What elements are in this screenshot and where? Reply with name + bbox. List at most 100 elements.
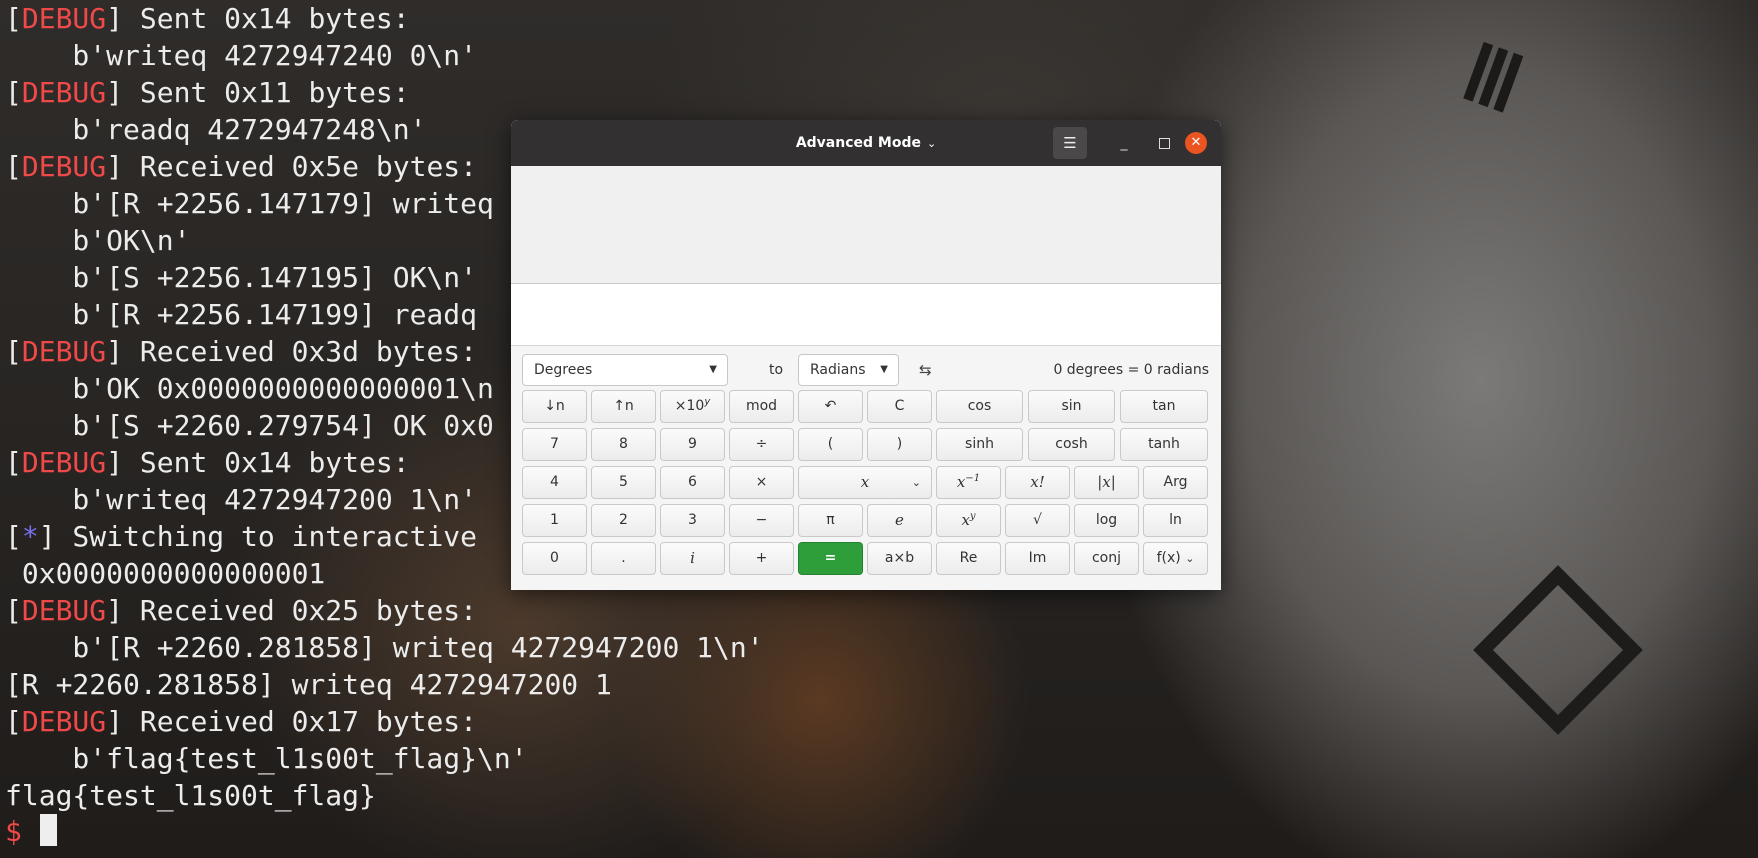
digit-1-key[interactable]: 1 bbox=[522, 504, 587, 537]
terminal-cursor bbox=[40, 814, 57, 846]
imag-part-key[interactable]: Im bbox=[1005, 542, 1070, 575]
digit-2-key[interactable]: 2 bbox=[591, 504, 656, 537]
function-label: f(x) bbox=[1156, 550, 1181, 566]
multiply-key[interactable]: × bbox=[729, 466, 794, 499]
terminal-line: [*] Switching to interactive bbox=[5, 520, 478, 553]
terminal-line: [DEBUG] Received 0x25 bytes: bbox=[5, 594, 478, 627]
arg-key[interactable]: Arg bbox=[1143, 466, 1208, 499]
digit-0-key[interactable]: 0 bbox=[522, 542, 587, 575]
terminal-line: b'readq 4272947248\n' bbox=[5, 113, 427, 146]
digit-3-key[interactable]: 3 bbox=[660, 504, 725, 537]
shift-up-key[interactable]: ↑n bbox=[591, 390, 656, 423]
clear-key[interactable]: C bbox=[867, 390, 932, 423]
debug-tag: DEBUG bbox=[21, 76, 107, 109]
divide-key[interactable]: ÷ bbox=[729, 428, 794, 461]
info-tag: * bbox=[21, 520, 39, 553]
digit-4-key[interactable]: 4 bbox=[522, 466, 587, 499]
mod-key[interactable]: mod bbox=[729, 390, 794, 423]
ln-key[interactable]: ln bbox=[1143, 504, 1208, 537]
terminal-line: flag{test_l1s00t_flag} bbox=[5, 779, 376, 812]
factorial-key[interactable]: x! bbox=[1005, 466, 1070, 499]
variable-x-dropdown[interactable]: x ⌄ bbox=[798, 466, 932, 499]
digit-7-key[interactable]: 7 bbox=[522, 428, 587, 461]
variable-x-label: x bbox=[860, 473, 870, 491]
factorize-key[interactable]: a×b bbox=[867, 542, 932, 575]
chevron-down-icon: ⌄ bbox=[1185, 552, 1195, 565]
terminal-line: b'OK\n' bbox=[5, 224, 191, 257]
to-unit-label: Radians bbox=[810, 362, 866, 378]
log-key[interactable]: log bbox=[1074, 504, 1139, 537]
decimal-key[interactable]: . bbox=[591, 542, 656, 575]
digit-9-key[interactable]: 9 bbox=[660, 428, 725, 461]
terminal-line: b'[R +2256.147199] readq bbox=[5, 298, 478, 331]
shift-down-key[interactable]: ↓n bbox=[522, 390, 587, 423]
debug-tag: DEBUG bbox=[21, 2, 107, 35]
history-area bbox=[511, 166, 1221, 284]
power-key[interactable]: xy bbox=[936, 504, 1001, 537]
close-button[interactable]: ✕ bbox=[1185, 132, 1207, 154]
from-unit-dropdown[interactable]: Degrees ▼ bbox=[522, 354, 728, 386]
maximize-icon bbox=[1159, 138, 1170, 149]
terminal-line: [DEBUG] Sent 0x14 bytes: bbox=[5, 2, 410, 35]
terminal-line: [DEBUG] Received 0x17 bytes: bbox=[5, 705, 478, 738]
sinh-key[interactable]: sinh bbox=[936, 428, 1023, 461]
cosh-key[interactable]: cosh bbox=[1028, 428, 1115, 461]
terminal-line: b'[R +2260.281858] writeq 4272947200 1\n… bbox=[5, 631, 764, 664]
conjugate-key[interactable]: conj bbox=[1074, 542, 1139, 575]
terminal-line: b'flag{test_l1s00t_flag}\n' bbox=[5, 742, 528, 775]
terminal-line: [DEBUG] Received 0x3d bytes: bbox=[5, 335, 478, 368]
terminal-line: [DEBUG] Sent 0x14 bytes: bbox=[5, 446, 410, 479]
add-key[interactable]: + bbox=[729, 542, 794, 575]
digit-8-key[interactable]: 8 bbox=[591, 428, 656, 461]
sqrt-key[interactable]: √ bbox=[1005, 504, 1070, 537]
digit-5-key[interactable]: 5 bbox=[591, 466, 656, 499]
tanh-key[interactable]: tanh bbox=[1120, 428, 1208, 461]
debug-tag: DEBUG bbox=[21, 150, 107, 183]
debug-tag: DEBUG bbox=[21, 705, 107, 738]
sin-key[interactable]: sin bbox=[1028, 390, 1115, 423]
function-dropdown[interactable]: f(x) ⌄ bbox=[1143, 542, 1208, 575]
cos-key[interactable]: cos bbox=[936, 390, 1023, 423]
dropdown-arrow-icon: ▼ bbox=[880, 364, 888, 375]
subtract-key[interactable]: − bbox=[729, 504, 794, 537]
terminal-line: b'[S +2260.279754] OK 0x0 bbox=[5, 409, 494, 442]
debug-tag: DEBUG bbox=[21, 335, 107, 368]
from-unit-label: Degrees bbox=[534, 362, 593, 378]
minimize-button[interactable]: _ bbox=[1109, 128, 1139, 158]
terminal-line: b'writeq 4272947240 0\n' bbox=[5, 39, 478, 72]
euler-key[interactable]: e bbox=[867, 504, 932, 537]
terminal-line: b'[S +2256.147195] OK\n' bbox=[5, 261, 478, 294]
imaginary-key[interactable]: i bbox=[660, 542, 725, 575]
tan-key[interactable]: tan bbox=[1120, 390, 1208, 423]
to-unit-dropdown[interactable]: Radians ▼ bbox=[798, 354, 899, 386]
shell-prompt: $ bbox=[5, 815, 22, 848]
undo-icon[interactable]: ↶ bbox=[798, 390, 863, 423]
terminal-line: b'writeq 4272947200 1\n' bbox=[5, 483, 478, 516]
close-paren-key[interactable]: ) bbox=[867, 428, 932, 461]
terminal-line: b'[R +2256.147179] writeq bbox=[5, 187, 494, 220]
swap-units-button[interactable]: ⇆ bbox=[919, 354, 932, 386]
conversion-bar: Degrees ▼ to Radians ▼ ⇆ 0 degrees = 0 r… bbox=[511, 346, 1221, 390]
terminal-line: [DEBUG] Sent 0x11 bytes: bbox=[5, 76, 410, 109]
pi-key[interactable]: π bbox=[798, 504, 863, 537]
maximize-button[interactable] bbox=[1149, 128, 1179, 158]
exponent-key[interactable]: ×10y bbox=[660, 390, 725, 423]
equals-button[interactable]: = bbox=[798, 542, 863, 575]
absolute-key[interactable]: |x| bbox=[1074, 466, 1139, 499]
hamburger-icon[interactable]: ☰ bbox=[1053, 127, 1087, 159]
calculator-window[interactable]: Advanced Mode ⌄ ☰ _ ✕ Degrees ▼ to Radian… bbox=[511, 120, 1221, 590]
expression-entry[interactable] bbox=[511, 284, 1221, 346]
terminal-line: b'OK 0x0000000000000001\n bbox=[5, 372, 494, 405]
real-part-key[interactable]: Re bbox=[936, 542, 1001, 575]
terminal-line: [R +2260.281858] writeq 4272947200 1 bbox=[5, 668, 612, 701]
keypad: ↓n ↑n ×10y mod ↶ C cos sin tan 7 8 9 ÷ (… bbox=[511, 390, 1221, 590]
digit-6-key[interactable]: 6 bbox=[660, 466, 725, 499]
open-paren-key[interactable]: ( bbox=[798, 428, 863, 461]
inverse-key[interactable]: x−1 bbox=[936, 466, 1001, 499]
debug-tag: DEBUG bbox=[21, 446, 107, 479]
titlebar[interactable]: Advanced Mode ⌄ ☰ _ ✕ bbox=[511, 120, 1221, 166]
terminal-line: [DEBUG] Received 0x5e bytes: bbox=[5, 150, 478, 183]
debug-tag: DEBUG bbox=[21, 594, 107, 627]
window-title: Advanced Mode bbox=[795, 135, 921, 151]
dropdown-arrow-icon: ▼ bbox=[709, 364, 717, 375]
